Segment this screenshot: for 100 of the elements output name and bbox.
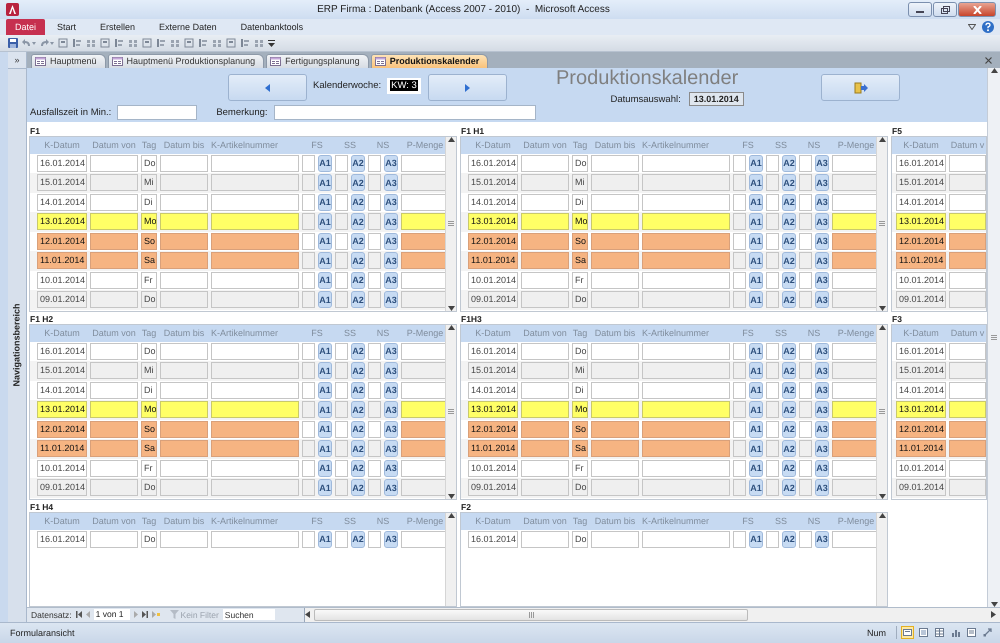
small-field[interactable] [335,420,348,438]
small-field[interactable] [368,291,381,308]
small-field[interactable] [766,174,779,192]
weekday-field[interactable]: Di [141,382,157,399]
input-field[interactable] [832,174,876,192]
scroll-up-icon[interactable] [448,324,454,330]
small-field[interactable] [302,291,315,308]
assign-button[interactable]: A1 [318,530,332,548]
weekday-field[interactable]: Sa [572,440,588,458]
scroll-down-icon[interactable] [878,494,886,499]
assign-button[interactable]: A3 [384,194,398,211]
small-field[interactable] [799,460,812,477]
input-field[interactable] [160,382,208,399]
scroll-thumb[interactable] [314,608,748,621]
small-field[interactable] [766,252,779,270]
minimize-button[interactable] [908,2,932,18]
date-field[interactable]: 13.01.2014 [468,401,518,418]
small-field[interactable] [766,154,779,172]
assign-button[interactable]: A1 [318,362,332,380]
date-field[interactable]: 15.01.2014 [468,362,518,380]
layout-tool-icon[interactable] [142,38,152,48]
small-field[interactable] [766,401,779,418]
input-field[interactable] [642,460,730,477]
input-field[interactable] [949,174,986,192]
date-field[interactable]: 16.01.2014 [37,154,87,172]
small-field[interactable] [335,174,348,192]
layout-tool-icon[interactable] [156,38,166,48]
layout-tool-icon[interactable] [240,38,250,48]
small-field[interactable] [302,252,315,270]
date-field[interactable]: 10.01.2014 [468,272,518,289]
input-field[interactable] [591,154,639,172]
assign-button[interactable]: A1 [318,272,332,289]
small-field[interactable] [368,213,381,230]
input-field[interactable] [521,213,569,230]
assign-button[interactable]: A2 [782,440,796,458]
assign-button[interactable]: A2 [782,272,796,289]
layout-tool-icon[interactable] [226,38,236,48]
scrollbar[interactable] [445,512,456,606]
input-field[interactable] [642,252,730,270]
assign-button[interactable]: A1 [749,272,763,289]
date-field[interactable]: 16.01.2014 [468,342,518,360]
assign-button[interactable]: A1 [749,362,763,380]
date-field[interactable]: 09.01.2014 [896,479,946,496]
weekday-field[interactable]: Mi [141,362,157,380]
small-field[interactable] [335,291,348,308]
search-field[interactable]: Suchen [222,609,275,620]
small-field[interactable] [335,530,348,548]
input-field[interactable] [642,362,730,380]
small-field[interactable] [335,479,348,496]
assign-button[interactable]: A3 [815,154,829,172]
assign-button[interactable]: A2 [782,252,796,270]
input-field[interactable] [591,194,639,211]
small-field[interactable] [799,362,812,380]
assign-button[interactable]: A2 [782,194,796,211]
assign-button[interactable]: A2 [782,479,796,496]
input-field[interactable] [90,213,138,230]
small-field[interactable] [766,479,779,496]
input-field[interactable] [211,213,299,230]
weekday-field[interactable]: So [141,420,157,438]
date-field[interactable]: 13.01.2014 [37,213,87,230]
small-field[interactable] [733,174,746,192]
input-field[interactable] [591,272,639,289]
small-field[interactable] [799,272,812,289]
input-field[interactable] [521,440,569,458]
small-field[interactable] [799,232,812,250]
layout-tool-icon[interactable] [128,38,138,48]
small-field[interactable] [368,382,381,399]
date-field[interactable]: 16.01.2014 [896,154,946,172]
date-field[interactable]: 12.01.2014 [37,420,87,438]
input-field[interactable] [160,362,208,380]
assign-button[interactable]: A2 [782,342,796,360]
assign-button[interactable]: A3 [815,213,829,230]
small-field[interactable] [335,342,348,360]
input-field[interactable] [832,213,876,230]
input-field[interactable] [401,342,445,360]
assign-button[interactable]: A1 [749,291,763,308]
small-field[interactable] [302,460,315,477]
small-field[interactable] [766,440,779,458]
small-field[interactable] [368,440,381,458]
input-field[interactable] [401,291,445,308]
assign-button[interactable]: A1 [749,213,763,230]
scroll-left-icon[interactable] [305,611,310,618]
date-field[interactable]: 12.01.2014 [468,232,518,250]
assign-button[interactable]: A1 [318,252,332,270]
save-icon[interactable] [8,38,18,48]
input-field[interactable] [211,420,299,438]
input-field[interactable] [591,460,639,477]
assign-button[interactable]: A2 [351,174,365,192]
weekday-field[interactable]: Do [141,291,157,308]
small-field[interactable] [368,194,381,211]
weekday-field[interactable]: Mo [141,401,157,418]
small-field[interactable] [368,174,381,192]
input-field[interactable] [90,174,138,192]
assign-button[interactable]: A3 [815,420,829,438]
input-field[interactable] [401,232,445,250]
small-field[interactable] [335,460,348,477]
date-field[interactable]: 10.01.2014 [37,272,87,289]
weekday-field[interactable]: Di [141,194,157,211]
input-field[interactable] [211,479,299,496]
input-field[interactable] [90,362,138,380]
